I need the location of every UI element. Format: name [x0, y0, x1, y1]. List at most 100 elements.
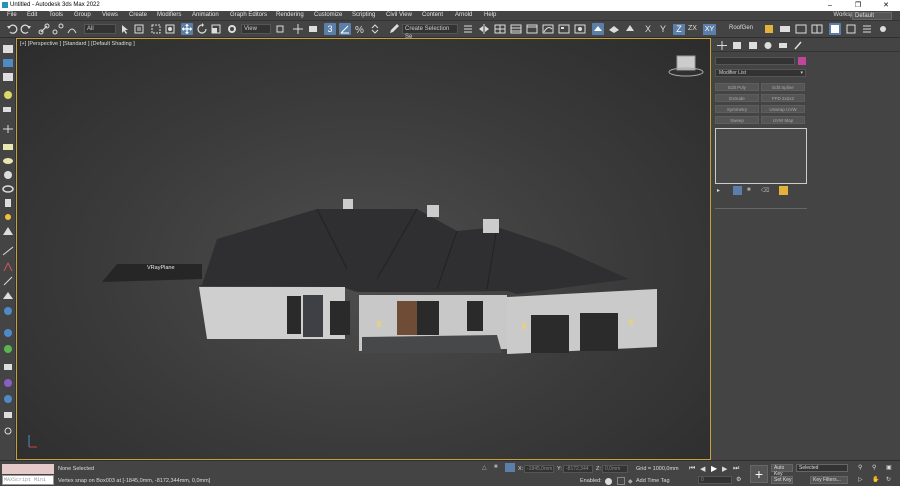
- toggle-scene-explorer-icon[interactable]: [462, 23, 474, 35]
- percent-snap-icon[interactable]: %: [354, 23, 366, 36]
- menu-edit[interactable]: Edit: [27, 12, 37, 18]
- perspective-viewport[interactable]: [+] [Perspective ] [Standard ] [Default …: [16, 38, 711, 460]
- modifier-button-ffd[interactable]: FFD 2x2x2: [761, 94, 805, 102]
- object-name-field[interactable]: [715, 57, 795, 65]
- render-iterative-icon[interactable]: [763, 23, 775, 35]
- light-bulb-icon[interactable]: [2, 90, 14, 100]
- layer-explorer-icon[interactable]: [510, 23, 522, 35]
- teapot-render-icon[interactable]: [779, 23, 791, 35]
- scene-states-icon[interactable]: [795, 23, 807, 35]
- restrict-y-button[interactable]: Y: [660, 24, 666, 34]
- modify-tab-icon[interactable]: [732, 41, 742, 50]
- curve-editor-icon[interactable]: [542, 23, 554, 35]
- render-production-icon[interactable]: [624, 23, 636, 35]
- sphere-icon[interactable]: [2, 170, 14, 180]
- enabled-checkbox[interactable]: [617, 477, 625, 485]
- restrict-xy-button[interactable]: XY: [703, 24, 716, 35]
- object-color-swatch[interactable]: [798, 57, 806, 65]
- time-configuration-icon[interactable]: ⚙: [736, 476, 741, 483]
- configure-sets-icon[interactable]: [779, 186, 788, 195]
- modifier-button-edit-poly[interactable]: Edit Poly: [715, 83, 759, 91]
- rect-selection-icon[interactable]: [150, 23, 162, 35]
- plane-icon[interactable]: [2, 156, 14, 166]
- display-tab-icon[interactable]: [778, 41, 788, 50]
- restrict-zx-button[interactable]: ZX: [688, 25, 697, 32]
- go-to-start-icon[interactable]: ⏮: [689, 465, 695, 473]
- vray-frame-buffer-icon[interactable]: [845, 23, 857, 35]
- absolute-mode-icon[interactable]: [505, 463, 515, 472]
- menu-group[interactable]: Group: [74, 12, 91, 18]
- restrict-z-button[interactable]: Z: [673, 24, 685, 35]
- rotate-icon[interactable]: [196, 23, 208, 35]
- menu-content[interactable]: Content: [422, 12, 443, 18]
- vray-toolbar-icon[interactable]: [829, 23, 841, 35]
- create-tab-icon[interactable]: [717, 41, 727, 50]
- mirror-icon[interactable]: [478, 23, 490, 35]
- modifier-stack[interactable]: [715, 128, 807, 184]
- select-object-icon[interactable]: [119, 23, 131, 35]
- vray-env-icon[interactable]: [2, 394, 14, 404]
- scale-icon[interactable]: [210, 23, 222, 35]
- menu-create[interactable]: Create: [129, 12, 147, 18]
- box-icon[interactable]: [2, 142, 14, 152]
- camera-icon[interactable]: [2, 104, 14, 114]
- zoom-all-icon[interactable]: ⚲: [872, 464, 876, 471]
- maxscript-mini-input[interactable]: MAXScript Mini: [2, 475, 54, 485]
- modifier-button-uvw-map[interactable]: UVW Map: [761, 116, 805, 124]
- z-coordinate-field[interactable]: 0,0mm: [602, 465, 628, 473]
- x-coordinate-field[interactable]: -1845,0mm: [524, 465, 554, 473]
- pan-icon[interactable]: ✋: [872, 476, 879, 483]
- modifier-button-symmetry[interactable]: Symmetry: [715, 105, 759, 113]
- helper-icon[interactable]: [2, 124, 14, 134]
- current-frame-field[interactable]: 0: [698, 476, 732, 484]
- select-manipulate-icon[interactable]: [292, 23, 304, 35]
- selection-set-dropdown[interactable]: Selected: [796, 464, 848, 472]
- snap-toggle-icon[interactable]: 3: [324, 23, 336, 35]
- menu-customize[interactable]: Customize: [314, 12, 342, 18]
- y-coordinate-field[interactable]: -8172,344: [563, 465, 593, 473]
- workspace-dropdown[interactable]: Default: [852, 12, 892, 20]
- maxscript-listener-output[interactable]: [2, 464, 54, 474]
- settings-icon[interactable]: [2, 426, 14, 436]
- orbit-icon[interactable]: ↻: [886, 476, 891, 483]
- scene-explorer-icon[interactable]: [2, 58, 14, 68]
- schematic-view-icon[interactable]: [558, 23, 570, 35]
- bind-spacewarp-icon[interactable]: [66, 23, 78, 35]
- restrict-x-button[interactable]: X: [645, 24, 651, 34]
- vray-plant-icon[interactable]: [2, 344, 14, 354]
- roofgen-button[interactable]: RoofGen: [724, 25, 758, 35]
- menu-rendering[interactable]: Rendering: [276, 12, 304, 18]
- align-icon[interactable]: [494, 23, 506, 35]
- keyboard-shortcut-override-icon[interactable]: [307, 23, 319, 35]
- vray-ies-icon[interactable]: [2, 362, 14, 372]
- torus-icon[interactable]: [2, 184, 14, 194]
- show-end-result-icon[interactable]: [733, 186, 742, 195]
- layer-manager-icon[interactable]: [2, 72, 14, 82]
- menu-civil-view[interactable]: Civil View: [386, 12, 412, 18]
- spinner-snap-icon[interactable]: [369, 23, 381, 35]
- fur-icon[interactable]: [2, 261, 14, 272]
- link-icon[interactable]: [38, 23, 50, 35]
- menu-arnold[interactable]: Arnold: [455, 12, 472, 18]
- remove-modifier-icon[interactable]: ⌫: [761, 187, 769, 194]
- window-crossing-icon[interactable]: [164, 23, 176, 35]
- auto-key-button[interactable]: Auto Key: [771, 464, 793, 477]
- adaptive-degradation-toggle[interactable]: [605, 478, 612, 485]
- unlink-icon[interactable]: [52, 23, 64, 35]
- vray-material-icon[interactable]: [2, 378, 14, 388]
- cylinder-icon[interactable]: [2, 198, 14, 208]
- menu-scripting[interactable]: Scripting: [352, 12, 375, 18]
- field-of-view-icon[interactable]: ▷: [858, 476, 863, 483]
- ribbon-icon[interactable]: [526, 23, 538, 35]
- sun-icon[interactable]: [2, 212, 14, 222]
- container-icon[interactable]: [2, 44, 14, 54]
- vray-mesh-icon[interactable]: [2, 246, 14, 256]
- vray-sphere-icon[interactable]: [2, 306, 14, 316]
- modifier-button-extrude[interactable]: Extrude: [715, 94, 759, 102]
- edit-named-selection-icon[interactable]: [388, 23, 400, 35]
- vray-dome-icon[interactable]: [2, 328, 14, 338]
- add-time-tag[interactable]: Add Time Tag: [636, 478, 670, 484]
- set-key-button[interactable]: +: [750, 465, 768, 483]
- vray-light-icon[interactable]: [877, 23, 889, 35]
- angle-snap-icon[interactable]: [339, 23, 351, 35]
